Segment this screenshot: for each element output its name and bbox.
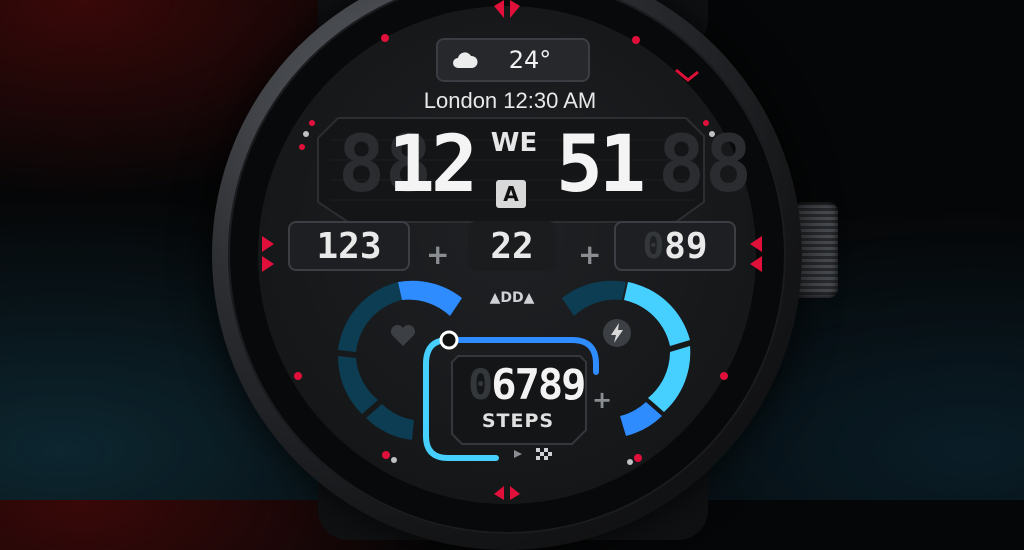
- plus-icon: +: [426, 238, 450, 271]
- left-complication[interactable]: 123: [288, 221, 410, 271]
- right-complication[interactable]: 0 89: [614, 221, 736, 271]
- brand-mark-text: DD: [500, 290, 524, 306]
- ampm-badge: A: [496, 180, 526, 208]
- plus-icon: +: [592, 386, 613, 414]
- marker-12: [494, 0, 520, 18]
- marker-6: [494, 486, 520, 500]
- steps-label: STEPS: [481, 410, 555, 432]
- weekday-label: WE: [490, 128, 538, 158]
- minutes-ghost-digits: 88: [658, 120, 752, 210]
- brand-mark: ▲DD▲: [489, 290, 535, 306]
- weather-complication[interactable]: 24°: [436, 38, 590, 82]
- world-clock-label: London 12:30 AM: [423, 88, 597, 113]
- center-complication[interactable]: 22: [468, 221, 556, 271]
- steps-value[interactable]: 06789: [468, 360, 586, 409]
- plus-icon: +: [578, 238, 602, 271]
- marker-9: [262, 236, 274, 272]
- temperature-value: 24°: [508, 46, 552, 74]
- lightning-icon: [603, 319, 631, 347]
- right-complication-value: 89: [664, 225, 708, 267]
- heart-rate-gauge: [337, 280, 462, 440]
- steps-ghost: 0: [468, 360, 493, 409]
- heart-icon: [390, 324, 416, 346]
- steps-count: 6789: [491, 360, 586, 409]
- center-complication-value: 22: [490, 225, 534, 267]
- hours-display: 12: [388, 120, 478, 210]
- left-complication-value: 123: [316, 225, 382, 267]
- checkered-flag-icon: [536, 448, 552, 460]
- right-complication-ghost: 0: [642, 225, 665, 267]
- minutes-display: 51: [556, 120, 646, 210]
- marker-3: [750, 236, 762, 272]
- cloud-icon: [453, 52, 478, 68]
